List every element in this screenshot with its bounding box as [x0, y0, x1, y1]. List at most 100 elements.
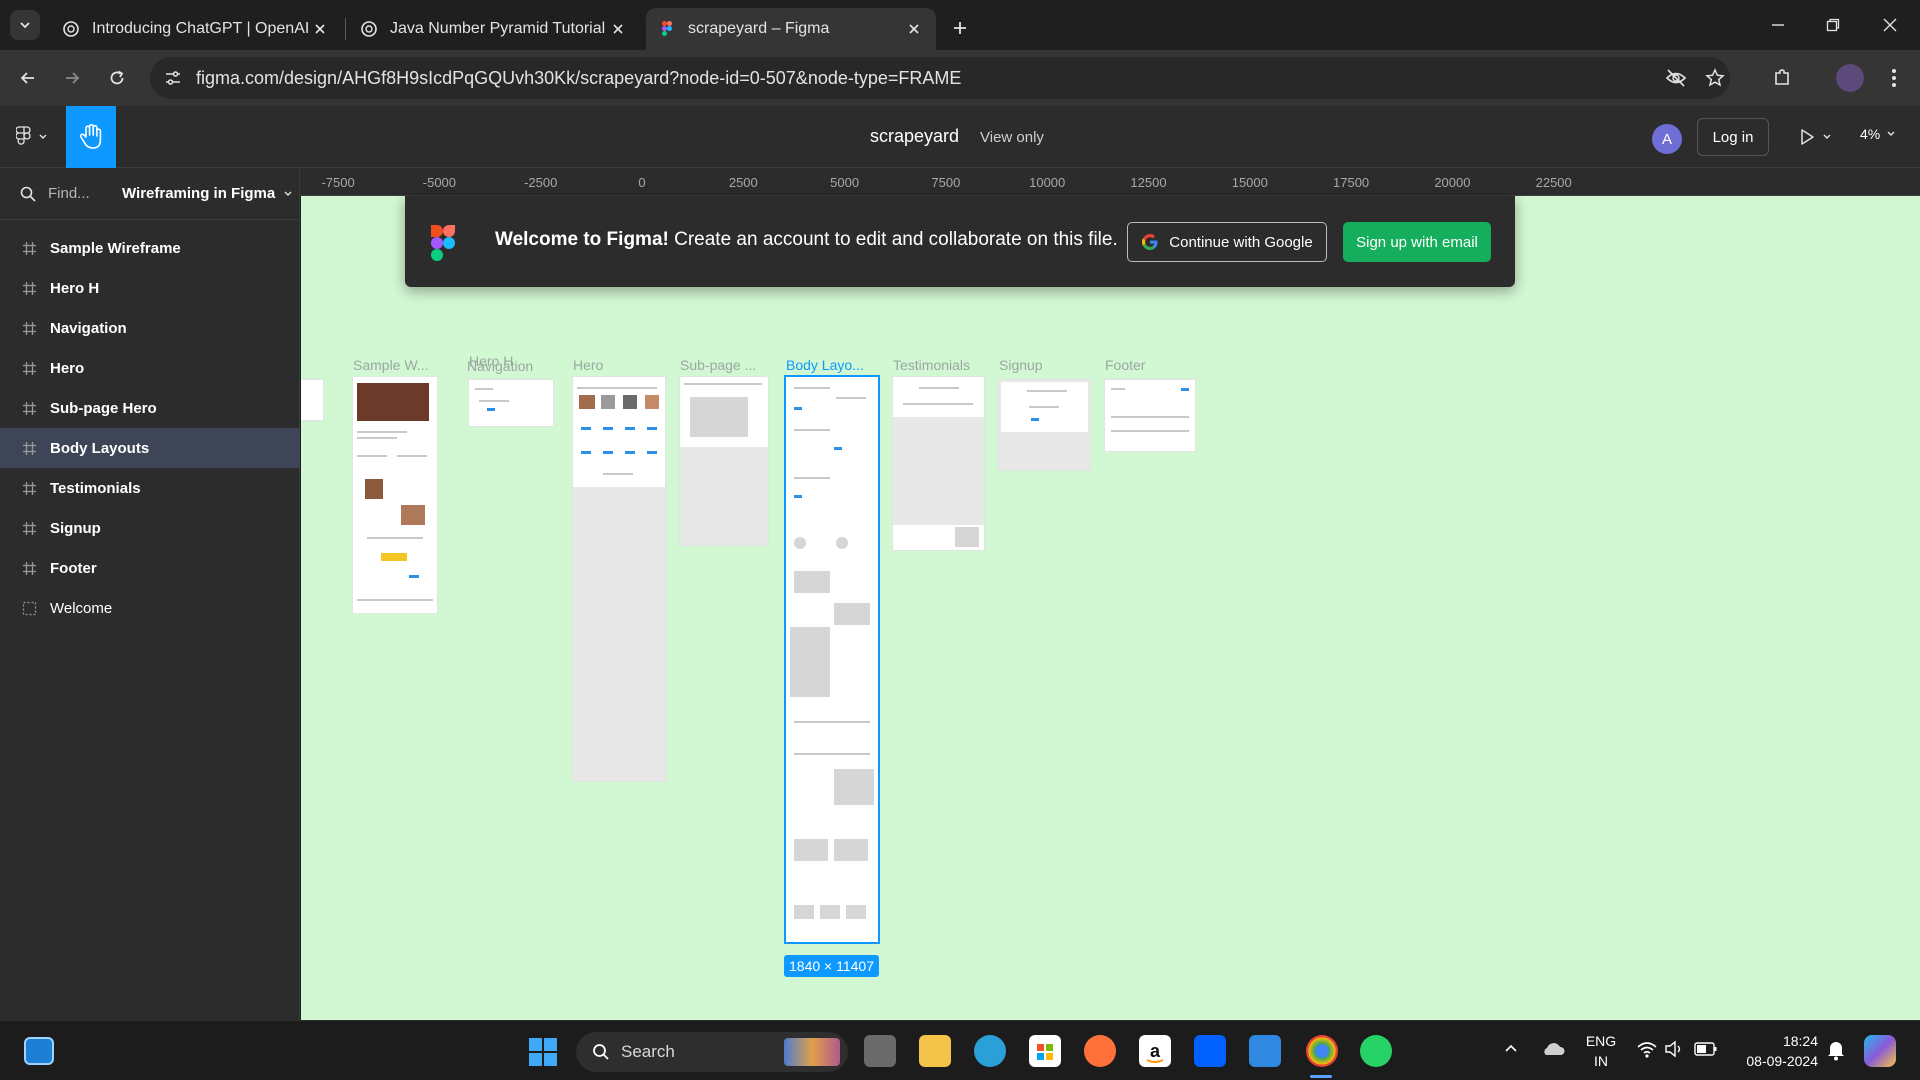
- back-button[interactable]: [12, 62, 44, 94]
- continue-with-google-button[interactable]: Continue with Google: [1127, 222, 1327, 262]
- task-view-icon[interactable]: [864, 1035, 896, 1067]
- ruler-tick: -5000: [422, 175, 457, 190]
- chevron-down-icon: [1823, 134, 1831, 139]
- battery-icon[interactable]: [1694, 1041, 1718, 1057]
- frame-hash-icon: [23, 322, 36, 335]
- view-only-badge: View only: [980, 129, 1044, 146]
- window-minimize-button[interactable]: [1762, 10, 1794, 40]
- frame-sub-page-hero[interactable]: [680, 377, 768, 545]
- chevron-up-icon[interactable]: [1503, 1041, 1519, 1057]
- region-code: IN: [1594, 1053, 1608, 1069]
- volume-icon[interactable]: [1664, 1039, 1686, 1059]
- frame-label[interactable]: Testimonials: [893, 357, 970, 373]
- find-input[interactable]: Find...: [48, 185, 90, 202]
- browser-tab-chatgpt[interactable]: Introducing ChatGPT | OpenAI: [50, 8, 342, 50]
- layer-item[interactable]: Welcome: [0, 588, 300, 628]
- bookmark-star-icon[interactable]: [1705, 68, 1725, 88]
- frame-testimonials[interactable]: [893, 377, 984, 550]
- close-tab-icon[interactable]: [904, 19, 924, 39]
- taskbar-search[interactable]: Search: [576, 1032, 848, 1072]
- browser-tab-strip: Introducing ChatGPT | OpenAI Java Number…: [0, 0, 1920, 50]
- forward-button[interactable]: [56, 62, 88, 94]
- frame-hero[interactable]: [573, 377, 665, 781]
- amazon-icon[interactable]: a: [1139, 1035, 1171, 1067]
- sign-up-with-email-button[interactable]: Sign up with email: [1343, 222, 1491, 262]
- layers-search-row: Find... Wireframing in Figma: [0, 168, 300, 220]
- window-close-button[interactable]: [1874, 10, 1906, 40]
- extensions-button[interactable]: [1766, 62, 1798, 94]
- present-button[interactable]: [1798, 128, 1832, 146]
- chevron-down-icon: [1887, 131, 1895, 136]
- layer-item[interactable]: Testimonials: [0, 468, 300, 508]
- frame-signup[interactable]: [999, 380, 1090, 470]
- edge-icon[interactable]: [974, 1035, 1006, 1067]
- frame-hash-icon: [23, 562, 36, 575]
- hand-tool-button[interactable]: [66, 106, 116, 168]
- close-tab-icon[interactable]: [310, 19, 330, 39]
- site-info-icon[interactable]: [164, 69, 182, 87]
- login-button[interactable]: Log in: [1697, 118, 1769, 156]
- system-clock[interactable]: 18:24 08-09-2024: [1738, 1031, 1818, 1071]
- frame-label[interactable]: Navigation: [467, 358, 533, 374]
- layer-item[interactable]: Footer: [0, 548, 300, 588]
- page-selector[interactable]: Wireframing in Figma: [122, 185, 293, 202]
- layer-item[interactable]: Body Layouts: [0, 428, 300, 468]
- new-tab-button[interactable]: [944, 12, 976, 44]
- layer-item[interactable]: Sub-page Hero: [0, 388, 300, 428]
- frame-footer[interactable]: [1105, 380, 1195, 451]
- frame-label[interactable]: Sample W...: [353, 357, 428, 373]
- frame-body-layouts[interactable]: [786, 377, 878, 942]
- design-canvas[interactable]: Sample W... Hero H Navigation Hero Sub-p…: [301, 196, 1920, 1020]
- copilot-icon[interactable]: [1864, 1035, 1896, 1067]
- notepad-icon[interactable]: [1249, 1035, 1281, 1067]
- restore-icon: [1826, 18, 1840, 32]
- file-name[interactable]: scrapeyard: [870, 126, 959, 147]
- language-indicator[interactable]: ENG IN: [1583, 1031, 1619, 1071]
- search-icon: [592, 1043, 610, 1061]
- zoom-menu[interactable]: 4%: [1860, 126, 1896, 142]
- chrome-menu-button[interactable]: [1878, 62, 1910, 94]
- microsoft-store-icon[interactable]: [1029, 1035, 1061, 1067]
- wifi-icon[interactable]: [1636, 1039, 1658, 1059]
- firefox-icon[interactable]: [1084, 1035, 1116, 1067]
- close-tab-icon[interactable]: [608, 19, 628, 39]
- close-icon: [1883, 18, 1897, 32]
- window-restore-button[interactable]: [1817, 10, 1849, 40]
- offscreen-frame[interactable]: [301, 380, 323, 420]
- active-app-indicator: [1310, 1075, 1332, 1078]
- browser-tab-java[interactable]: Java Number Pyramid Tutorial: [348, 8, 640, 50]
- layer-item[interactable]: Navigation: [0, 308, 300, 348]
- reload-button[interactable]: [101, 62, 133, 94]
- layer-item[interactable]: Sample Wireframe: [0, 228, 300, 268]
- layer-item[interactable]: Signup: [0, 508, 300, 548]
- file-explorer-icon[interactable]: [919, 1035, 951, 1067]
- frame-label-selected[interactable]: Body Layo...: [786, 357, 864, 373]
- frame-sample-wireframe[interactable]: [353, 377, 437, 613]
- tab-search-button[interactable]: [10, 10, 40, 40]
- layer-item[interactable]: Hero H: [0, 268, 300, 308]
- user-avatar[interactable]: A: [1652, 124, 1682, 154]
- whatsapp-icon[interactable]: [1360, 1035, 1392, 1067]
- frame-label[interactable]: Footer: [1105, 357, 1145, 373]
- chrome-icon[interactable]: [1306, 1035, 1338, 1067]
- frame-navigation[interactable]: [469, 380, 553, 426]
- notification-bell-icon[interactable]: [1826, 1039, 1846, 1061]
- browser-tab-figma[interactable]: scrapeyard – Figma: [646, 8, 936, 50]
- dropbox-icon[interactable]: [1194, 1035, 1226, 1067]
- eye-off-icon[interactable]: [1665, 68, 1687, 88]
- main-menu-button[interactable]: [16, 126, 48, 148]
- layer-label: Sample Wireframe: [50, 240, 181, 257]
- start-button[interactable]: [528, 1037, 558, 1067]
- openai-icon: [361, 21, 377, 37]
- address-bar[interactable]: figma.com/design/AHGf8H9sIcdPqGQUvh30Kk/…: [150, 57, 1730, 99]
- google-button-label: Continue with Google: [1169, 233, 1313, 251]
- widgets-icon[interactable]: [24, 1037, 54, 1065]
- selection-dimensions: 1840 × 11407: [784, 955, 879, 977]
- layer-item[interactable]: Hero: [0, 348, 300, 388]
- onedrive-icon[interactable]: [1540, 1039, 1566, 1059]
- profile-avatar[interactable]: [1836, 64, 1864, 92]
- layer-label: Testimonials: [50, 480, 141, 497]
- frame-label[interactable]: Hero: [573, 357, 603, 373]
- frame-label[interactable]: Sub-page ...: [680, 357, 756, 373]
- frame-label[interactable]: Signup: [999, 357, 1043, 373]
